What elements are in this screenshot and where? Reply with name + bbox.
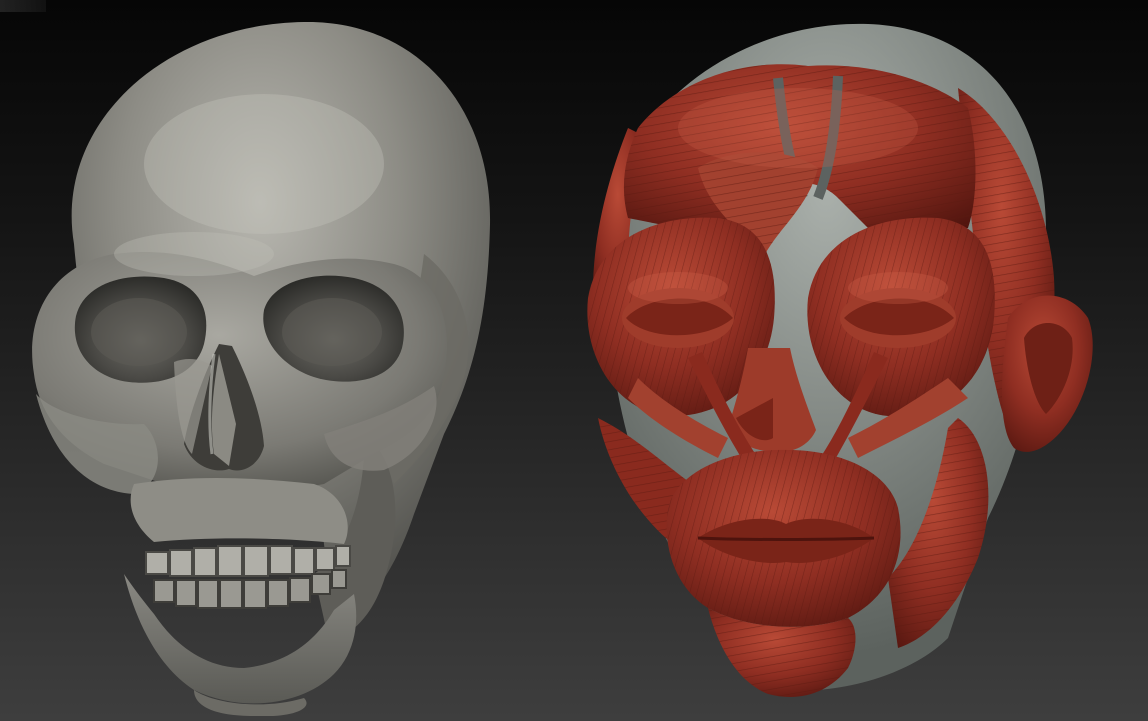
ecorche-render <box>587 23 1093 697</box>
skull-render <box>32 21 491 716</box>
skull-model[interactable] <box>14 14 504 716</box>
viewport-corner-indicator <box>0 0 46 12</box>
ecorche-head-model[interactable] <box>568 18 1108 708</box>
viewport-canvas[interactable] <box>0 0 1148 721</box>
